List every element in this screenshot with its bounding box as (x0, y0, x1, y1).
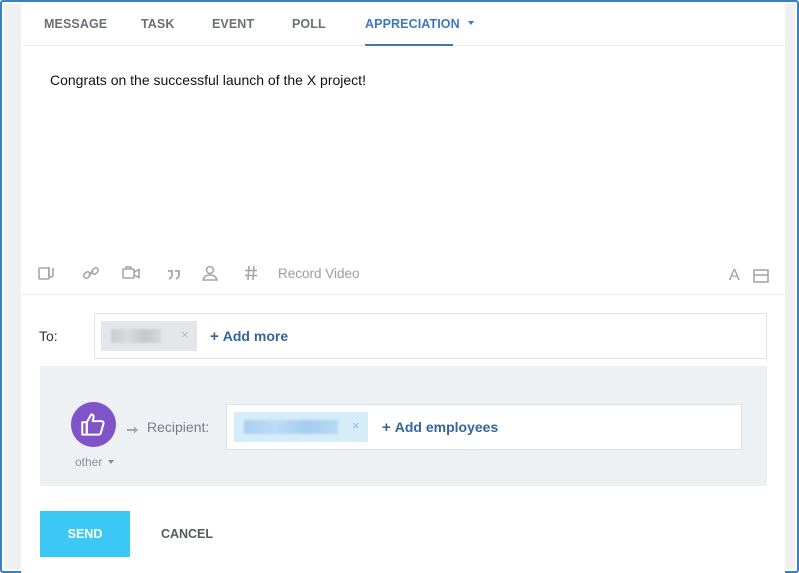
to-recipients-field[interactable]: × + Add more (94, 313, 767, 359)
tab-appreciation-label: APPRECIATION (365, 17, 460, 31)
message-editor[interactable]: Congrats on the successful launch of the… (50, 72, 366, 88)
tab-poll[interactable]: POLL (292, 17, 326, 31)
mention-person-icon[interactable] (200, 263, 220, 283)
employee-chip-name-redacted (244, 420, 338, 434)
badge-type-dropdown[interactable]: other (75, 455, 115, 469)
panel-toggle-icon[interactable] (753, 269, 769, 283)
send-button[interactable]: SEND (40, 511, 130, 557)
link-icon[interactable] (81, 263, 101, 283)
recipient-chip[interactable]: × (101, 321, 197, 351)
tab-task[interactable]: TASK (141, 17, 175, 31)
add-employees-link[interactable]: + Add employees (382, 419, 498, 436)
tab-message[interactable]: MESSAGE (44, 17, 107, 31)
tab-appreciation[interactable]: APPRECIATION (365, 17, 474, 31)
badge-type-label: other (75, 455, 103, 469)
cancel-button[interactable]: CANCEL (149, 511, 225, 557)
arrow-right-icon (127, 422, 139, 434)
record-video-button[interactable]: Record Video (278, 266, 360, 281)
thumbs-up-icon (81, 413, 105, 436)
add-more-link[interactable]: + Add more (210, 328, 288, 345)
chevron-down-icon (108, 460, 115, 464)
active-tab-indicator (365, 44, 453, 46)
composer-tabs: MESSAGE TASK EVENT POLL APPRECIATION (21, 4, 785, 46)
appreciation-recipient-box: other Recipient: × + Add employees (40, 366, 767, 486)
employee-chip[interactable]: × (234, 412, 368, 442)
attach-file-icon[interactable] (37, 263, 57, 283)
add-more-label: Add more (222, 328, 289, 344)
recipient-employees-field[interactable]: × + Add employees (226, 404, 742, 450)
tab-event[interactable]: EVENT (212, 17, 254, 31)
add-employees-label: Add employees (394, 419, 499, 435)
chevron-down-icon (467, 21, 474, 25)
remove-chip-icon[interactable]: × (352, 418, 360, 433)
text-format-button[interactable]: A (729, 267, 740, 285)
editor-toolbar: Record Video A (21, 260, 785, 294)
to-label: To: (39, 328, 58, 344)
plus-icon: + (210, 328, 219, 345)
recipient-chip-name-redacted (111, 329, 161, 343)
dialog-frame: MESSAGE TASK EVENT POLL APPRECIATION Con… (0, 0, 799, 573)
recipient-label: Recipient: (147, 419, 210, 435)
post-composer: MESSAGE TASK EVENT POLL APPRECIATION Con… (21, 4, 785, 573)
hashtag-icon[interactable] (241, 263, 261, 283)
badge-selector[interactable] (71, 402, 116, 447)
quote-icon[interactable] (164, 263, 184, 283)
plus-icon: + (382, 419, 391, 436)
remove-chip-icon[interactable]: × (181, 327, 189, 342)
left-gutter (4, 4, 21, 569)
toolbar-divider (21, 294, 785, 295)
video-camera-icon[interactable] (121, 263, 141, 283)
